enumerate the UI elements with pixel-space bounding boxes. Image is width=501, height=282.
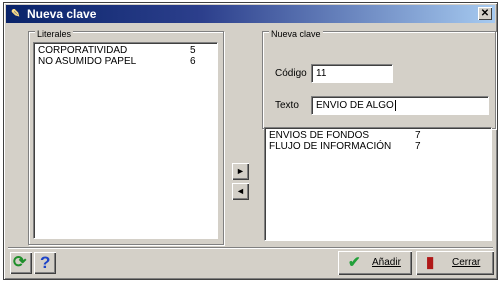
nueva-clave-group: Nueva clave Código 11 Texto ENVIO DE ALG… [262,29,496,129]
list-item-count: 7 [415,130,421,141]
list-item-text: FLUJO DE INFORMACIÓN [269,141,392,152]
close-dialog-label: Cerrar [452,257,481,268]
exit-door-icon: ▮ [426,254,435,271]
text-caret [394,99,396,111]
window-title: Nueva clave [27,7,97,21]
add-button-label: Añadir [372,257,401,268]
move-left-button[interactable]: ◄ [232,183,249,200]
arrow-right-icon: ► [236,166,245,176]
arrow-left-icon: ◄ [236,186,245,196]
list-item-count: 5 [190,45,196,56]
move-right-button[interactable]: ► [232,163,249,180]
list-item[interactable]: CORPORATIVIDAD 5 [38,45,213,56]
checkmark-icon: ✔ [348,254,361,271]
codigo-value: 11 [316,68,327,79]
list-item-text: CORPORATIVIDAD [38,45,128,56]
list-item-count: 7 [415,141,421,152]
list-item-text: ENVIOS DE FONDOS [269,130,370,141]
list-item-text: NO ASUMIDO PAPEL [38,56,137,67]
close-button[interactable]: ✕ [478,7,492,20]
help-icon: ? [40,253,51,272]
list-item[interactable]: NO ASUMIDO PAPEL 6 [38,56,213,67]
literales-list[interactable]: CORPORATIVIDAD 5 NO ASUMIDO PAPEL 6 [33,42,218,239]
texto-input[interactable]: ENVIO DE ALGO [311,96,489,115]
list-item[interactable]: FLUJO DE INFORMACIÓN 7 [269,141,487,152]
list-item-count: 6 [190,56,196,67]
nueva-clave-dialog: ✎ Nueva clave ✕ Literales CORPORATIVIDAD… [3,2,498,280]
texto-value: ENVIO DE ALGO [316,100,394,111]
close-dialog-button[interactable]: ▮ Cerrar [416,251,494,275]
title-bar: ✎ Nueva clave ✕ [6,5,495,23]
codigo-label: Código [275,68,307,79]
literales-group: Literales CORPORATIVIDAD 5 NO ASUMIDO PA… [28,29,224,245]
refresh-button[interactable]: ⟳ [10,252,32,274]
codigo-input[interactable]: 11 [311,64,393,83]
add-button[interactable]: ✔ Añadir [338,251,412,275]
nueva-clave-label: Nueva clave [269,29,323,39]
footer-bar: ⟳ ? ✔ Añadir ▮ Cerrar [8,247,494,278]
claves-list[interactable]: ENVIOS DE FONDOS 7 FLUJO DE INFORMACIÓN … [264,127,492,241]
pencil-icon: ✎ [11,8,21,20]
texto-label: Texto [275,100,299,111]
help-button[interactable]: ? [34,252,56,274]
literales-label: Literales [35,29,74,39]
refresh-icon: ⟳ [13,254,27,271]
list-item[interactable]: ENVIOS DE FONDOS 7 [269,130,487,141]
